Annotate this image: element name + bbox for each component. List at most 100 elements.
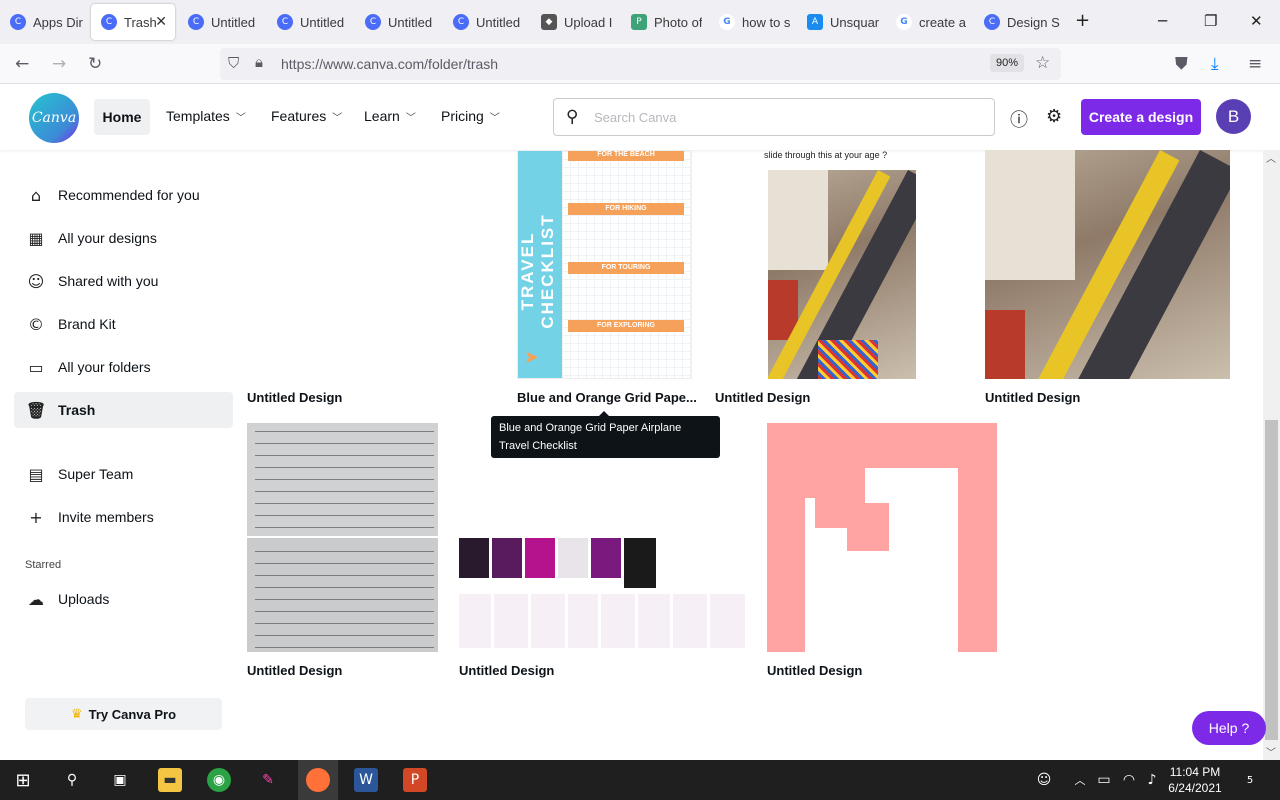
taskbar-clock[interactable]: 11:04 PM 6/24/2021 — [1166, 764, 1224, 796]
battery-icon[interactable]: ▭ — [1092, 768, 1116, 792]
avatar[interactable]: B — [1216, 99, 1251, 134]
wifi-icon[interactable]: ◠ — [1117, 768, 1141, 792]
powerpoint-icon[interactable]: P — [403, 768, 427, 792]
close-window-icon[interactable]: ✕ — [1250, 12, 1263, 30]
people-icon: ☺ — [27, 271, 45, 291]
browser-tab[interactable]: A Unsquar — [797, 4, 885, 40]
browser-tab[interactable]: C Design S — [974, 4, 1062, 40]
people-tray-icon[interactable]: ☺ — [1032, 768, 1056, 792]
tray-chevron-icon[interactable]: ︿ — [1068, 768, 1092, 792]
search-icon[interactable]: ⚲ — [60, 768, 84, 792]
close-tab-icon[interactable]: ✕ — [155, 13, 167, 30]
browser-tab[interactable]: P Photo of — [621, 4, 709, 40]
features-nav[interactable]: Features ﹀ — [271, 108, 342, 124]
browser-tab-active[interactable]: C Trash ✕ — [91, 4, 175, 40]
chrome-icon[interactable]: ◉ — [207, 768, 231, 792]
back-arrow-icon[interactable]: ← — [15, 54, 29, 74]
ball-pit — [818, 340, 878, 379]
create-design-button[interactable]: Create a design — [1081, 99, 1201, 135]
sidebar-item-trash[interactable]: 🗑︎ Trash — [14, 392, 233, 428]
paint-icon[interactable]: ✎ — [256, 768, 280, 792]
windows-start-icon[interactable]: ⊞ — [11, 768, 35, 792]
windows-taskbar: ⊞ ⚲ ▣ ▬ ◉ ✎ W P ☺ ︿ ▭ ◠ ♪ 11:04 PM 6/24/… — [0, 760, 1280, 800]
design-thumbnail-pink-shapes[interactable] — [767, 423, 997, 652]
browser-tab[interactable]: C Untitled — [443, 4, 531, 40]
search-input[interactable]: ⚲ Search Canva — [553, 98, 995, 136]
design-thumbnail-question-paper[interactable] — [247, 423, 438, 652]
try-canva-pro-button[interactable]: ♛ Try Canva Pro — [25, 698, 222, 730]
design-thumbnail-escalator-2[interactable] — [985, 150, 1230, 379]
design-title[interactable]: Untitled Design — [459, 663, 554, 678]
sidebar-item-invite[interactable]: + Invite members — [14, 499, 233, 535]
scroll-up-icon[interactable]: ︿ — [1266, 150, 1276, 165]
menu-icon[interactable]: ≡ — [1248, 54, 1262, 74]
help-circle-icon[interactable]: ⓘ — [1010, 106, 1028, 132]
zoom-level-badge[interactable]: 90% — [990, 54, 1025, 72]
google-favicon-icon: G — [719, 14, 735, 30]
mall-shop — [985, 310, 1025, 379]
scroll-down-icon[interactable]: ﹀ — [1266, 744, 1276, 759]
plus-icon: + — [29, 507, 43, 527]
sidebar-item-super-team[interactable]: ▤ Super Team — [14, 456, 233, 492]
pocket-icon[interactable]: ⛊ — [1175, 54, 1188, 74]
task-view-icon[interactable]: ▣ — [108, 768, 132, 792]
cover-thumb — [591, 538, 621, 578]
bookmark-star-icon[interactable]: ☆ — [1035, 53, 1050, 73]
learn-nav[interactable]: Learn ﹀ — [364, 108, 416, 124]
word-icon[interactable]: W — [354, 768, 378, 792]
paper-divider — [247, 536, 438, 538]
design-title[interactable]: Untitled Design — [985, 390, 1080, 405]
design-title[interactable]: Untitled Design — [247, 390, 342, 405]
sidebar-item-shared[interactable]: ☺ Shared with you — [14, 263, 233, 299]
volume-icon[interactable]: ♪ — [1140, 768, 1164, 792]
text-line — [255, 587, 434, 588]
help-button[interactable]: Help ? — [1192, 711, 1266, 745]
design-thumbnail-book-covers[interactable] — [459, 538, 745, 648]
file-explorer-icon[interactable]: ▬ — [158, 768, 182, 792]
design-title[interactable]: Untitled Design — [715, 390, 810, 405]
browser-tab[interactable]: Gcreate a — [886, 4, 974, 40]
url-text[interactable]: https://www.canva.com/folder/trash — [281, 56, 498, 72]
canva-favicon-icon: C — [10, 14, 26, 30]
design-title[interactable]: Untitled Design — [767, 663, 862, 678]
download-icon[interactable]: ⤓ — [1211, 54, 1219, 74]
forward-arrow-icon[interactable]: → — [52, 54, 66, 74]
home-nav-button[interactable]: Home — [94, 99, 150, 135]
sidebar-item-recommended[interactable]: ⌂ Recommended for you — [14, 177, 233, 213]
design-thumbnail-travel-checklist[interactable]: TRAVEL CHECKLIST FOR THE BEACH FOR HIKIN… — [517, 150, 692, 379]
browser-tab[interactable]: Ghow to s — [709, 4, 797, 40]
mall-wall — [768, 170, 828, 270]
design-title[interactable]: Blue and Orange Grid Pape... — [517, 390, 697, 405]
browser-tab[interactable]: C Untitled — [178, 4, 266, 40]
sidebar-item-uploads[interactable]: ☁ Uploads — [14, 581, 233, 617]
shield-icon[interactable]: ⛉ — [228, 54, 239, 72]
design-thumbnail-escalator[interactable] — [768, 170, 916, 379]
cover-thumb — [459, 538, 489, 578]
checklist-bar: FOR EXPLORING — [568, 320, 684, 332]
scrollbar-thumb[interactable] — [1265, 420, 1278, 740]
browser-tab[interactable]: ◆ Upload I — [531, 4, 619, 40]
firefox-icon[interactable] — [298, 760, 338, 800]
pricing-nav[interactable]: Pricing ﹀ — [441, 108, 500, 124]
browser-tab[interactable]: C Untitled — [355, 4, 443, 40]
chevron-down-icon: ﹀ — [235, 113, 246, 124]
lock-icon[interactable]: 🔒︎ — [255, 53, 263, 71]
gear-icon[interactable]: ⚙ — [1046, 106, 1062, 127]
browser-tab[interactable]: C Apps Dir — [0, 4, 88, 40]
restore-icon[interactable]: ❐ — [1204, 12, 1217, 30]
design-title[interactable]: Untitled Design — [247, 663, 342, 678]
templates-nav[interactable]: Templates ﹀ — [166, 108, 246, 124]
sidebar-item-brand-kit[interactable]: © Brand Kit — [14, 306, 233, 342]
trash-icon: 🗑︎ — [26, 400, 47, 420]
address-bar[interactable]: ⛉ 🔒︎ https://www.canva.com/folder/trash … — [220, 48, 1061, 80]
canva-logo[interactable]: Canva — [29, 93, 79, 143]
notification-icon[interactable]: 5 — [1238, 768, 1262, 792]
chevron-down-icon: ﹀ — [405, 113, 416, 124]
text-line — [255, 491, 434, 492]
sidebar-item-all-designs[interactable]: ▦ All your designs — [14, 220, 233, 256]
browser-tab[interactable]: C Untitled — [267, 4, 355, 40]
reload-icon[interactable]: ↻ — [88, 54, 102, 74]
sidebar-item-folders[interactable]: ▭ All your folders — [14, 349, 233, 385]
minimize-icon[interactable]: ─ — [1158, 12, 1167, 30]
new-tab-icon[interactable]: + — [1075, 10, 1090, 31]
